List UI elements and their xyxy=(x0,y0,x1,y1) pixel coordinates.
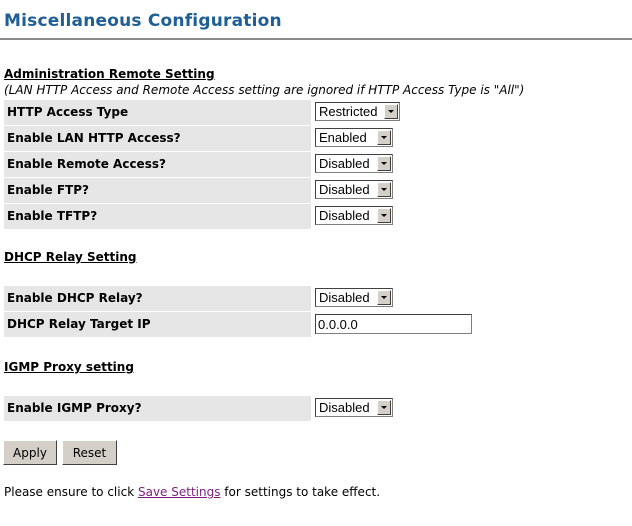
tftp-row: Enable TFTP? Disabled xyxy=(4,204,632,229)
igmp-proxy-value: Disabled xyxy=(319,400,370,415)
igmp-proxy-label: Enable IGMP Proxy? xyxy=(4,396,311,421)
lan-http-access-value: Enabled xyxy=(319,130,367,145)
dhcp-relay-target-label: DHCP Relay Target IP xyxy=(4,312,311,337)
save-reminder-prefix: Please ensure to click xyxy=(4,485,138,499)
http-access-type-row: HTTP Access Type Restricted xyxy=(4,100,632,125)
chevron-down-icon[interactable] xyxy=(377,156,391,171)
ftp-select[interactable]: Disabled xyxy=(315,180,393,199)
remote-access-row: Enable Remote Access? Disabled xyxy=(4,152,632,177)
igmp-proxy-select[interactable]: Disabled xyxy=(315,398,393,417)
http-access-type-label: HTTP Access Type xyxy=(4,100,311,125)
chevron-down-icon[interactable] xyxy=(384,104,398,119)
admin-note: (LAN HTTP Access and Remote Access setti… xyxy=(4,83,525,97)
lan-http-access-label: Enable LAN HTTP Access? xyxy=(4,126,311,151)
lan-http-access-row: Enable LAN HTTP Access? Enabled xyxy=(4,126,632,151)
ftp-value: Disabled xyxy=(319,182,370,197)
remote-access-select[interactable]: Disabled xyxy=(315,154,393,173)
dhcp-relay-value: Disabled xyxy=(319,290,370,305)
dhcp-relay-label: Enable DHCP Relay? xyxy=(4,286,311,311)
igmp-section-heading: IGMP Proxy setting xyxy=(4,360,134,374)
ftp-label: Enable FTP? xyxy=(4,178,311,203)
chevron-down-icon[interactable] xyxy=(377,208,391,223)
lan-http-access-select[interactable]: Enabled xyxy=(315,128,393,147)
apply-button[interactable]: Apply xyxy=(3,440,57,465)
chevron-down-icon[interactable] xyxy=(377,182,391,197)
chevron-down-icon[interactable] xyxy=(377,290,391,305)
tftp-label: Enable TFTP? xyxy=(4,204,311,229)
remote-access-label: Enable Remote Access? xyxy=(4,152,311,177)
http-access-type-value: Restricted xyxy=(319,104,378,119)
remote-access-value: Disabled xyxy=(319,156,370,171)
save-reminder: Please ensure to click Save Settings for… xyxy=(4,485,380,499)
chevron-down-icon[interactable] xyxy=(377,400,391,415)
dhcp-relay-target-input[interactable] xyxy=(315,314,472,334)
tftp-value: Disabled xyxy=(319,208,370,223)
chevron-down-icon[interactable] xyxy=(377,130,391,145)
dhcp-relay-target-row: DHCP Relay Target IP xyxy=(4,312,632,337)
page-title: Miscellaneous Configuration xyxy=(4,11,282,31)
title-divider xyxy=(0,38,632,40)
ftp-row: Enable FTP? Disabled xyxy=(4,178,632,203)
dhcp-section-heading: DHCP Relay Setting xyxy=(4,250,137,264)
dhcp-relay-row: Enable DHCP Relay? Disabled xyxy=(4,286,632,311)
admin-section-heading: Administration Remote Setting xyxy=(4,67,215,81)
tftp-select[interactable]: Disabled xyxy=(315,206,393,225)
reset-button[interactable]: Reset xyxy=(62,440,117,465)
http-access-type-select[interactable]: Restricted xyxy=(315,102,400,121)
save-settings-link[interactable]: Save Settings xyxy=(138,485,221,499)
dhcp-relay-select[interactable]: Disabled xyxy=(315,288,393,307)
igmp-proxy-row: Enable IGMP Proxy? Disabled xyxy=(4,396,632,421)
save-reminder-suffix: for settings to take effect. xyxy=(220,485,381,499)
